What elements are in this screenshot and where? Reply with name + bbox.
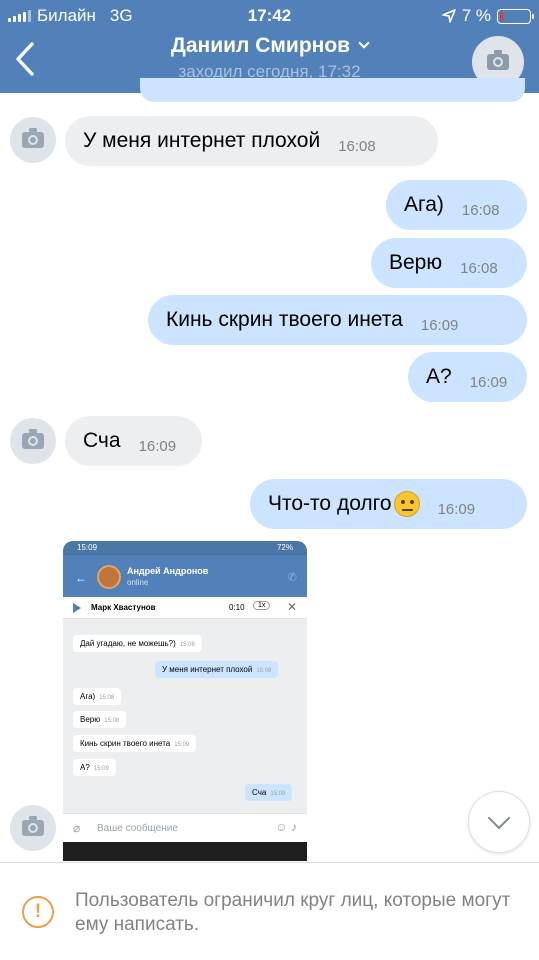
shot-message-time: 15:08 [179,642,195,648]
shot-message: Дай угадаю, не можешь?) 15:08 [73,635,202,652]
shot-message-text: Верю [80,715,101,724]
message-outgoing[interactable]: Кинь скрин твоего инета 16:09 [148,295,527,345]
chevron-down-icon [358,37,370,49]
shot-message-text: А? [80,763,90,772]
shot-message: А? 15:09 [73,759,116,776]
shot-status-battery: 72% [276,543,293,552]
shot-back-arrow-icon: ← [75,571,87,585]
warning-icon: ! [22,896,54,928]
message-text: Сча [83,429,121,452]
shot-message-time: 15:09 [93,766,109,772]
scroll-to-bottom-button[interactable] [468,791,530,853]
message-time: 16:08 [461,201,500,219]
shot-close-icon: ✕ [286,600,297,614]
shot-player-time: 0:10 [229,603,245,612]
restriction-footer: ! Пользователь ограничил круг лиц, котор… [0,862,539,960]
shot-message: Ага) 15:08 [73,688,122,705]
restriction-notice: Пользователь ограничил круг лиц, которые… [75,890,511,935]
message-time: 16:08 [338,137,376,155]
shot-message-time: 15:09 [270,791,286,797]
shot-input-placeholder: Ваше сообщение [97,823,178,834]
message-time: 16:08 [460,259,498,277]
shot-player-speed: 1x [253,601,271,610]
sender-avatar[interactable] [10,117,56,163]
shot-message-text: Дай угадаю, не можешь?) [80,639,176,648]
shot-contact-avatar [97,565,121,589]
shot-player-artist: Марк Хвастунов [91,603,156,612]
previous-message-tail [140,78,525,102]
camera-icon [487,50,509,70]
shot-header: ← Андрей Андронов online ✆ [63,555,307,601]
location-arrow-icon [441,9,456,23]
shot-message: У меня интернет плохой 15:08 [155,661,279,678]
battery-icon [497,8,534,24]
chevron-down-icon [487,806,511,830]
shot-message-time: 15:08 [104,718,120,724]
sender-avatar[interactable] [10,805,56,851]
message-time: 16:09 [420,316,459,334]
shot-message-text: Кинь скрин твоего инета [80,739,171,748]
shot-message: Сча 15:09 [245,784,293,801]
message-text: У меня интернет плохой [83,129,321,152]
shot-attach-icon: ⌀ [73,821,81,835]
shot-message-text: Сча [252,788,267,797]
message-outgoing[interactable]: Ага) 16:08 [386,180,527,230]
message-outgoing[interactable]: А? 16:09 [408,352,527,402]
shot-message: Верю 15:08 [73,711,127,728]
camera-icon [22,429,44,449]
camera-icon [22,128,44,148]
shot-keyboard-bar [63,842,307,861]
message-text: А? [426,365,452,388]
shot-play-icon [73,603,81,613]
shot-contact-name: Андрей Андронов [127,566,209,576]
message-time: 16:09 [469,373,508,391]
shot-message-text: У меня интернет плохой [162,665,253,674]
message-incoming[interactable]: Сча 16:09 [65,416,202,466]
shot-message-time: 15:08 [256,668,272,674]
shot-contact-status: online [127,578,149,587]
shot-message-time: 15:08 [99,695,115,701]
message-text: Ага) [404,193,444,216]
neutral-face-emoji-icon [393,491,420,517]
message-text: Кинь скрин твоего инета [166,308,403,331]
message-text: Верю [389,251,443,274]
shot-phone-icon: ✆ [287,572,297,584]
shot-status-bar: 15:09 72% [63,541,307,555]
message-time: 16:09 [138,437,177,455]
message-incoming[interactable]: У меня интернет плохой 16:08 [65,116,438,166]
shot-message-time: 15:09 [174,742,190,748]
shot-status-time: 15:09 [77,543,98,552]
message-outgoing[interactable]: Верю 16:08 [371,238,527,288]
contact-name-text: Даниил Смирнов [170,34,351,57]
photo-attachment[interactable]: 15:09 72% ← Андрей Андронов online ✆ Мар… [63,541,307,861]
shot-message-input: ⌀ Ваше сообщение ☺ ♪ [63,813,307,843]
shot-emoji-mic-icons: ☺ ♪ [275,820,297,834]
message-time: 16:09 [437,500,476,518]
message-text: Что-то долго [268,492,392,515]
contact-name[interactable]: Даниил Смирнов [0,34,539,58]
sender-avatar[interactable] [10,418,56,464]
message-outgoing[interactable]: Что-то долго 16:09 [250,479,527,529]
camera-icon [22,816,44,836]
shot-audio-player: Марк Хвастунов 0:10 1x ✕ [63,597,307,619]
battery-percent: 7 % [461,6,491,25]
shot-message: Кинь скрин твоего инета 15:09 [73,735,197,752]
status-right: 7 % [441,6,534,26]
shot-message-text: Ага) [80,692,96,701]
